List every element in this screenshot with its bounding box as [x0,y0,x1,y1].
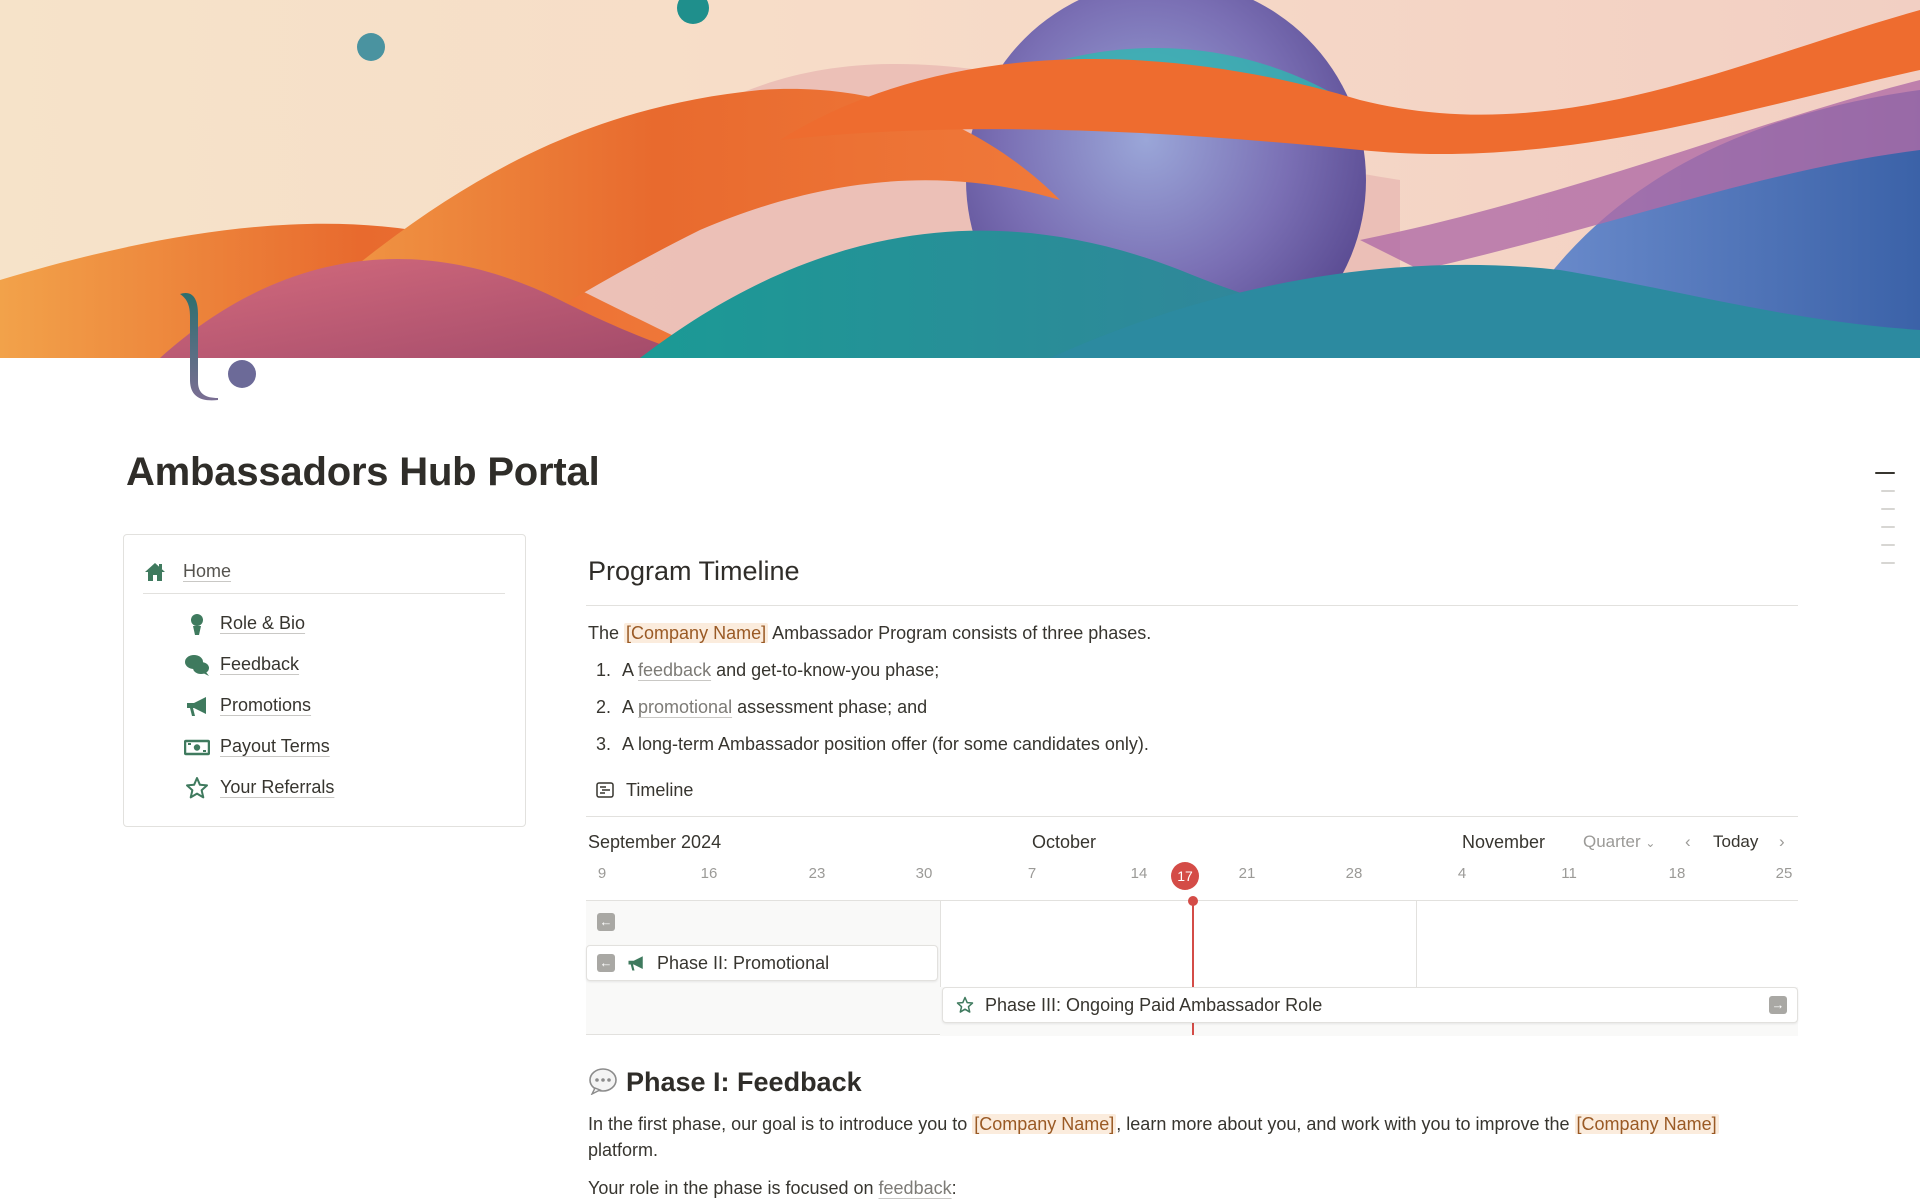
nav-item-role-bio[interactable]: Role & Bio [184,609,504,639]
list-item: 3. A long-term Ambassador position offer … [596,734,1149,755]
nav-home[interactable]: Home [143,557,505,594]
scroll-right-arrow-icon[interactable]: → [1769,996,1787,1014]
star-icon [186,777,208,799]
nav-item-your-referrals[interactable]: Your Referrals [184,773,504,803]
outline-marker[interactable] [1881,490,1895,492]
list-item: 2. A promotional assessment phase; and [596,697,927,718]
timeline-item-label[interactable]: Phase II: Promotional [657,953,829,974]
day-label: 18 [1668,865,1686,882]
day-label: 16 [700,865,718,882]
day-label: 9 [597,865,607,882]
timeline-item-phase-2[interactable]: ← Phase II: Promotional [586,945,938,981]
text: In the first phase, our goal is to intro… [588,1114,973,1134]
day-label: 25 [1775,865,1793,882]
timeline-item-phase-3[interactable]: Phase III: Ongoing Paid Ambassador Role … [942,987,1798,1023]
month-label: September 2024 [588,832,722,852]
scroll-left-arrow-icon[interactable]: ← [597,954,615,972]
nav-item-feedback[interactable]: Feedback [184,650,504,680]
nav-item-promotions[interactable]: Promotions [184,691,504,721]
outline-marker[interactable] [1881,508,1895,510]
nav-item-label[interactable]: Your Referrals [220,777,334,798]
megaphone-icon [628,956,643,971]
day-label: 30 [915,865,933,882]
day-label: 28 [1345,865,1363,882]
star-icon [956,996,974,1013]
month-label: November [1462,832,1546,852]
program-intro: The [Company Name] Ambassador Program co… [588,623,1151,644]
chat-bubbles-icon [185,655,209,676]
outline-marker[interactable] [1875,472,1895,474]
user-icon [191,614,203,635]
page-title: Ambassadors Hub Portal [126,450,600,494]
cover-image [0,0,1920,358]
phase-1-title: Phase I: Feedback [626,1067,862,1097]
text: A [622,660,639,680]
divider [586,605,1798,606]
nav-item-label[interactable]: Feedback [220,654,299,675]
chevron-right-icon[interactable]: › [1779,832,1785,852]
list-number: 1. [596,660,612,680]
text: assessment phase; and [732,697,928,717]
tab-timeline-label[interactable]: Timeline [626,780,693,801]
outline-marker[interactable] [1881,544,1895,546]
text: A [622,697,639,717]
money-icon [184,739,210,756]
nav-item-label[interactable]: Payout Terms [220,736,330,757]
nav-item-label[interactable]: Promotions [220,695,311,716]
timeline-item-label[interactable]: Phase III: Ongoing Paid Ambassador Role [985,995,1322,1016]
nav-home-label[interactable]: Home [183,561,231,582]
speech-bubble-icon [589,1068,617,1095]
text: and get-to-know-you phase; [711,660,940,680]
month-label: October [1032,832,1097,852]
chevron-left-icon[interactable]: ‹ [1685,832,1691,852]
outline-marker[interactable] [1881,562,1895,564]
logo-icon [180,292,256,401]
scroll-to-item-arrow-icon[interactable]: ← [597,913,615,931]
feedback-link[interactable]: feedback [638,660,711,680]
megaphone-icon [187,697,206,716]
timeline-icon [596,782,614,798]
day-label: 23 [808,865,826,882]
today-button[interactable]: Today [1713,832,1758,852]
today-marker-dot [1188,896,1198,906]
day-label: 11 [1561,865,1577,882]
list-number: 2. [596,697,612,717]
today-badge: 17 [1171,862,1199,890]
timeline-view: September 2024 October November Quarter … [586,817,1798,1036]
company-placeholder: [Company Name] [624,623,769,643]
navigation-card: Home Role & Bio Feedback Promotions Payo… [123,534,526,827]
text: The [588,623,625,643]
text: , learn more about you, and work with yo… [1116,1114,1575,1134]
text: A long-term Ambassador position offer (f… [622,734,1149,754]
list-number: 3. [596,734,612,754]
abstract-waves-artwork [0,0,1920,358]
section-heading: Program Timeline [588,556,800,586]
phase-1-paragraph-cont: platform. [588,1140,659,1160]
text: Your role in the phase is focused on [588,1178,879,1198]
company-placeholder: [Company Name] [1574,1114,1719,1134]
list-item: 1. A feedback and get-to-know-you phase; [596,660,939,681]
home-icon [145,563,165,581]
scale-select-label[interactable]: Quarter [1583,832,1641,851]
day-label: 7 [1027,865,1037,882]
phase-1-role: Your role in the phase is focused on fee… [588,1178,957,1199]
phase-1-heading: Phase I: Feedback [588,1067,862,1098]
text: Ambassador Program consists of three pha… [768,623,1152,643]
day-label: 14 [1130,865,1148,882]
text: : [951,1178,957,1198]
nav-item-label[interactable]: Role & Bio [220,613,305,634]
day-label: 4 [1457,865,1467,882]
day-label: 21 [1238,865,1256,882]
feedback-link[interactable]: feedback [879,1178,952,1198]
phase-1-paragraph: In the first phase, our goal is to intro… [588,1114,1719,1135]
company-placeholder: [Company Name] [972,1114,1117,1134]
outline-marker[interactable] [1881,526,1895,528]
nav-item-payout-terms[interactable]: Payout Terms [184,732,504,762]
page-outline[interactable] [1875,472,1895,580]
promotional-link[interactable]: promotional [638,697,732,717]
scale-select[interactable]: Quarter ⌄ [1583,832,1655,852]
chevron-down-icon: ⌄ [1645,836,1656,850]
